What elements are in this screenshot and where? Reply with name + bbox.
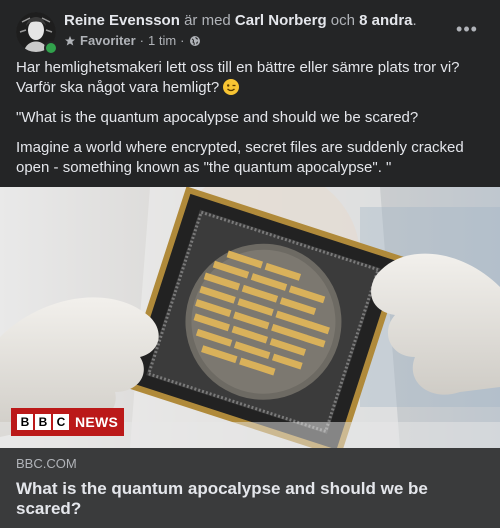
- post-author-line: Reine Evensson är med Carl Norberg och 8…: [64, 11, 456, 31]
- post-paragraph-1: Har hemlighetsmakeri lett oss till en bä…: [16, 58, 484, 98]
- separator-dot-2: ·: [180, 33, 185, 48]
- with-text: är med: [184, 12, 231, 29]
- bbc-block-b1: B: [17, 414, 33, 430]
- online-status-dot: [44, 41, 58, 55]
- post-paragraph-2: "What is the quantum apocalypse and shou…: [16, 109, 419, 126]
- bbc-block-c: C: [53, 414, 69, 430]
- post-text: Har hemlighetsmakeri lett oss till en bä…: [0, 58, 500, 178]
- bbc-news-badge: B B C NEWS: [11, 408, 125, 436]
- link-preview-footer[interactable]: BBC.COM What is the quantum apocalypse a…: [0, 448, 500, 528]
- post-subline: Favoriter · 1 tim ·: [64, 33, 456, 49]
- bbc-logo-blocks: B B C: [17, 414, 69, 430]
- post-paragraph-3: Imagine a world where encrypted, secret …: [16, 139, 464, 176]
- post-meta: Reine Evensson är med Carl Norberg och 8…: [64, 11, 456, 49]
- post-time[interactable]: 1 tim: [148, 33, 176, 49]
- separator-dot: ·: [139, 33, 144, 48]
- winking-emoji-icon: [223, 79, 240, 95]
- link-domain: BBC.COM: [16, 456, 77, 471]
- post-header: Reine Evensson är med Carl Norberg och 8…: [0, 0, 500, 58]
- link-title[interactable]: What is the quantum apocalypse and shoul…: [16, 479, 484, 519]
- tagged-person[interactable]: Carl Norberg: [235, 12, 327, 29]
- globe-icon[interactable]: [189, 35, 201, 47]
- bbc-block-b2: B: [35, 414, 51, 430]
- star-icon: [65, 36, 75, 46]
- ellipsis-icon: •••: [456, 18, 478, 39]
- author-name[interactable]: Reine Evensson: [64, 12, 180, 29]
- tagged-others[interactable]: 8 andra: [359, 12, 412, 29]
- audience-label[interactable]: Favoriter: [80, 33, 136, 49]
- post-card: Reine Evensson är med Carl Norberg och 8…: [0, 0, 500, 528]
- bbc-news-text: NEWS: [75, 414, 119, 430]
- and-text: och: [330, 12, 355, 29]
- more-options-button[interactable]: •••: [452, 14, 482, 44]
- header-period: .: [412, 12, 417, 29]
